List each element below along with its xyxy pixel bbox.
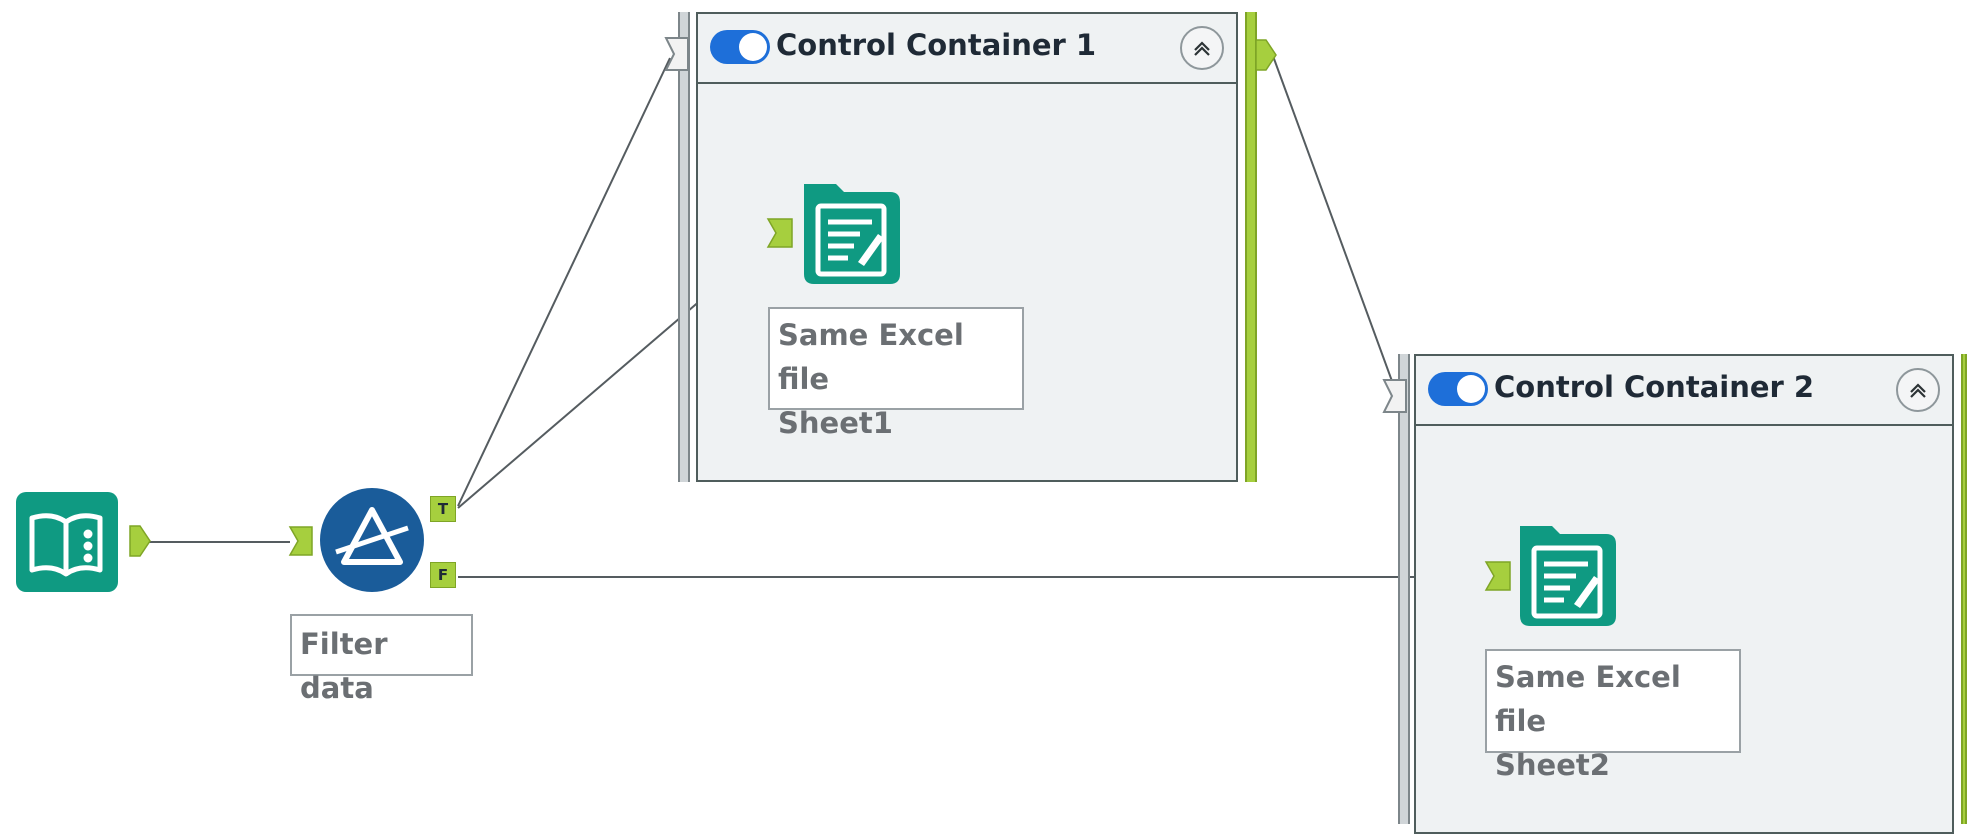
- filter-tool[interactable]: [318, 486, 426, 594]
- collapse-icon[interactable]: [1180, 26, 1224, 70]
- output-sheet-icon: [804, 184, 900, 284]
- container2-title: Control Container 2: [1494, 370, 1815, 404]
- output1-input-anchor[interactable]: [766, 217, 794, 249]
- output2-label: Same Excel file Sheet2: [1485, 649, 1741, 782]
- output-tool-sheet1[interactable]: [798, 180, 906, 288]
- container2-right-rail[interactable]: [1961, 354, 1967, 824]
- container1-right-rail[interactable]: [1245, 12, 1257, 482]
- wire-container1-to-container2[interactable]: [1272, 55, 1397, 393]
- filter-false-anchor[interactable]: F: [430, 562, 456, 588]
- container1-title: Control Container 1: [776, 28, 1097, 62]
- container1-header[interactable]: Control Container 1: [698, 14, 1236, 84]
- wire-filter-true-to-container1[interactable]: [457, 57, 671, 507]
- filter-label: Filter data: [290, 614, 473, 705]
- input-data-tool[interactable]: [14, 490, 120, 594]
- book-input-icon: [16, 492, 118, 592]
- filter-input-anchor[interactable]: [288, 525, 314, 557]
- toggle-icon[interactable]: [1428, 372, 1488, 406]
- output1-label: Same Excel file Sheet1: [768, 307, 1024, 440]
- output-tool-sheet2[interactable]: [1514, 522, 1622, 630]
- container2-header[interactable]: Control Container 2: [1416, 356, 1952, 426]
- container1-output-anchor[interactable]: [1254, 38, 1278, 72]
- collapse-icon[interactable]: [1896, 368, 1940, 412]
- input-output-anchor[interactable]: [128, 524, 152, 558]
- output2-input-anchor[interactable]: [1484, 560, 1512, 592]
- container1-left-rail[interactable]: [678, 12, 690, 482]
- container1-input-anchor[interactable]: [664, 36, 690, 72]
- container2-left-rail[interactable]: [1398, 354, 1410, 824]
- toggle-icon[interactable]: [710, 30, 770, 64]
- output-sheet-icon: [1520, 526, 1616, 626]
- prism-filter-icon: [320, 488, 424, 592]
- container2-input-anchor[interactable]: [1382, 378, 1408, 414]
- filter-true-anchor[interactable]: T: [430, 496, 456, 522]
